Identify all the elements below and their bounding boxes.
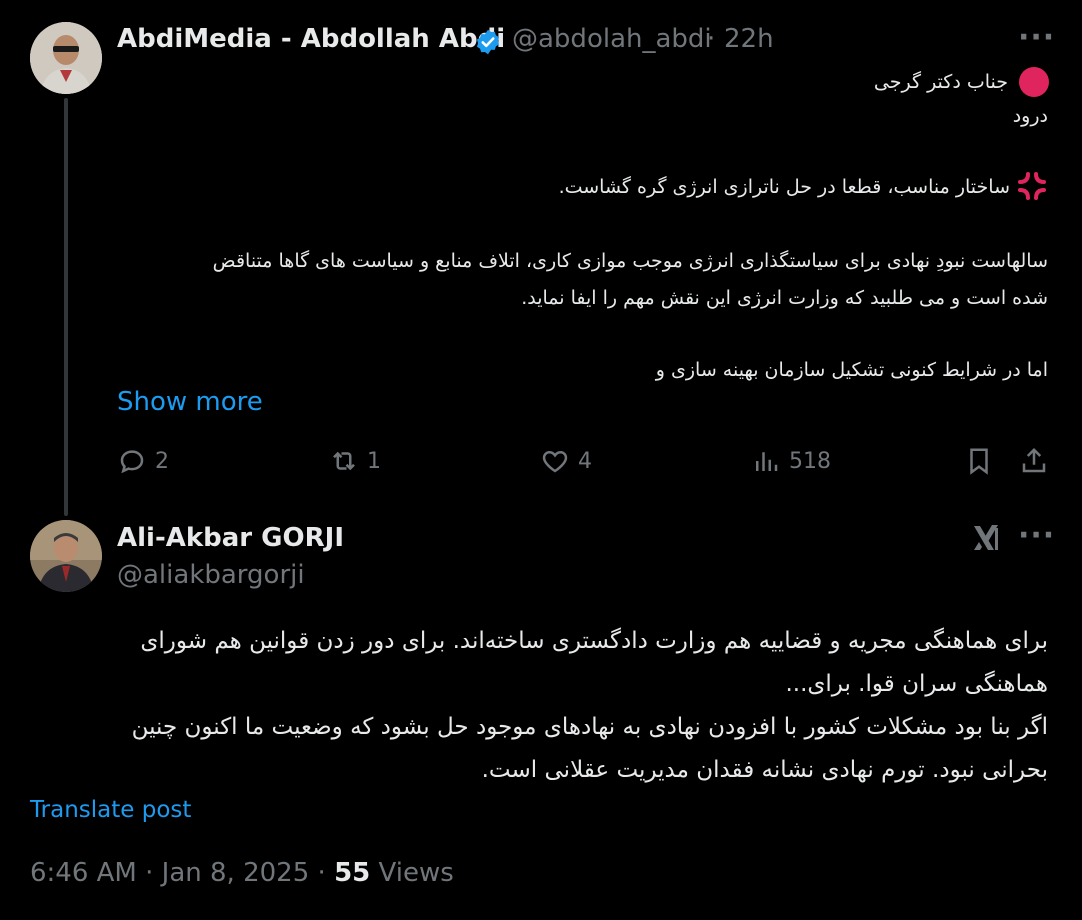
show-more-link[interactable]: Show more xyxy=(117,387,263,417)
avatar-image xyxy=(30,520,102,592)
thread-connector-line xyxy=(64,98,68,516)
like-count: 4 xyxy=(578,448,592,474)
tweet-text-line: شده است و می طلبید که وزارت انرژی این نق… xyxy=(521,287,1048,309)
meta-separator: · xyxy=(145,858,154,888)
author-name[interactable]: Ali-Akbar GORJI xyxy=(117,523,344,553)
translate-post-link[interactable]: Translate post xyxy=(30,797,191,823)
post-time[interactable]: 6:46 AM xyxy=(30,858,137,888)
author-handle[interactable]: @aliakbargorji xyxy=(117,560,305,590)
avatar-abdimedia[interactable] xyxy=(30,22,102,94)
red-circle-emoji xyxy=(1019,67,1049,97)
tweet-text-line: ساختار مناسب، قطعا در حل ناترازی انرژی گ… xyxy=(558,176,1010,198)
author-name[interactable]: AbdiMedia - Abdollah Abdi xyxy=(117,24,505,54)
tweet-text-line: برای هماهنگی مجریه و قضاییه هم وزارت داد… xyxy=(140,628,1048,654)
tweet-time[interactable]: 22h xyxy=(724,24,774,54)
bookmark-icon[interactable] xyxy=(964,446,994,476)
reply-icon xyxy=(120,450,144,474)
grok-icon[interactable] xyxy=(970,522,1002,554)
like-icon xyxy=(542,450,568,473)
verified-badge-icon xyxy=(476,29,500,55)
repost-button[interactable]: 1 xyxy=(329,446,381,476)
more-icon[interactable]: ··· xyxy=(1018,20,1055,55)
views-count: 518 xyxy=(789,448,831,474)
tweet-text-line: بحرانی نبود. تورم نهادی نشانه فقدان مدیر… xyxy=(481,757,1048,783)
tweet-text-line: درود xyxy=(1012,105,1048,127)
views-label: Views xyxy=(378,858,454,888)
tweet-text-line: اگر بنا بود مشکلات کشور با افزودن نهادی … xyxy=(131,714,1048,740)
views-icon xyxy=(756,452,778,471)
reply-button[interactable]: 2 xyxy=(117,446,169,476)
tweet-text-line: جناب دکتر گرجی xyxy=(873,71,1008,93)
meta-separator: · xyxy=(707,24,716,54)
views-count: 55 xyxy=(334,858,371,888)
views-button[interactable]: 518 xyxy=(751,446,831,476)
author-handle[interactable]: @abdolah_abdi xyxy=(512,24,712,54)
avatar-image xyxy=(30,22,102,94)
post-timestamp-row: 6:46 AM · Jan 8, 2025 · 55 Views xyxy=(30,858,454,888)
tweet-text-line: سالهاست نبودِ نهادی برای سیاستگذاری انرژ… xyxy=(212,250,1048,272)
share-icon[interactable] xyxy=(1019,446,1049,476)
tweet-text-line: اما در شرایط کنونی تشکیل سازمان بهینه سا… xyxy=(655,359,1048,381)
post-date[interactable]: Jan 8, 2025 xyxy=(162,858,310,888)
meta-separator: · xyxy=(317,858,326,888)
repost-count: 1 xyxy=(367,448,381,474)
avatar-gorji[interactable] xyxy=(30,520,102,592)
more-icon[interactable]: ··· xyxy=(1018,518,1055,553)
tweet-text-line: هماهنگی سران قوا. برای... xyxy=(785,671,1048,697)
like-button[interactable]: 4 xyxy=(540,446,592,476)
reply-count: 2 xyxy=(155,448,169,474)
repost-icon xyxy=(333,451,355,471)
anger-symbol-emoji xyxy=(1018,172,1046,200)
